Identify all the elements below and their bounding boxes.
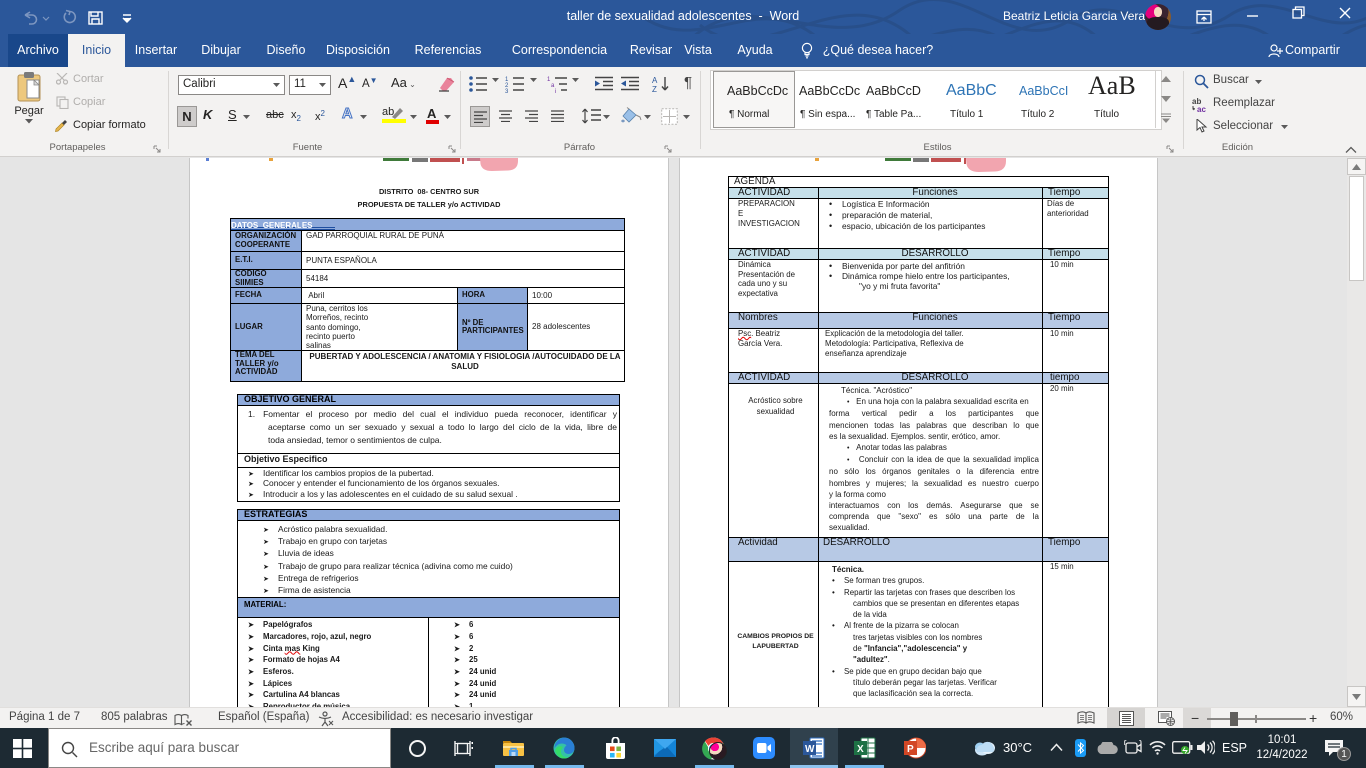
- svg-text:X: X: [857, 744, 864, 755]
- svg-text:W: W: [805, 744, 815, 755]
- svg-text:Z: Z: [652, 85, 657, 93]
- svg-text:A: A: [652, 76, 658, 85]
- svg-text:i: i: [555, 89, 556, 93]
- svg-text:3: 3: [505, 89, 509, 93]
- svg-text:P: P: [907, 744, 914, 755]
- svg-text:ac: ac: [1197, 105, 1206, 113]
